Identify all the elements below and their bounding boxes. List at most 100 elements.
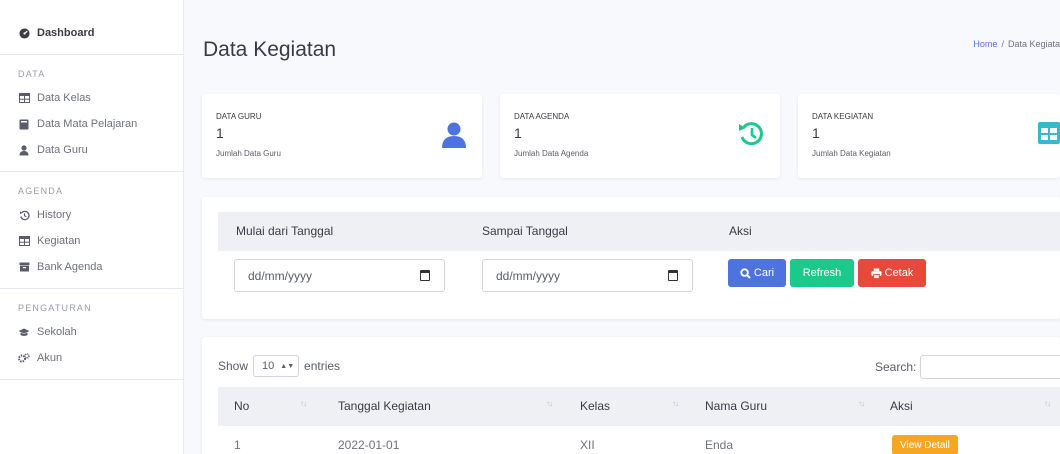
refresh-button[interactable]: Refresh (790, 259, 854, 287)
sidebar-item-sekolah[interactable]: Sekolah (0, 319, 183, 345)
breadcrumb-home-link[interactable]: Home (973, 39, 997, 49)
column-header-guru[interactable]: Nama Guru (705, 399, 767, 413)
entries-length-control: Show 10 ▲▼ entries (218, 355, 340, 377)
table-icon (18, 93, 30, 103)
search-button[interactable]: Cari (728, 259, 786, 287)
sidebar-item-label: Data Kelas (37, 92, 91, 104)
cell-no: 1 (234, 438, 241, 452)
archive-icon (18, 262, 30, 272)
page-title: Data Kegiatan (203, 38, 337, 61)
sidebar-item-label: Akun (37, 352, 63, 364)
sidebar-item-dashboard[interactable]: Dashboard (0, 20, 183, 46)
sidebar-item-label: Bank Agenda (37, 261, 103, 273)
column-header-aksi[interactable]: Aksi (890, 399, 913, 413)
sidebar-item-akun[interactable]: Akun (0, 345, 183, 371)
start-date-input[interactable]: dd/mm/yyyy (234, 259, 445, 292)
end-date-input[interactable]: dd/mm/yyyy (482, 259, 693, 292)
refresh-button-label: Refresh (802, 267, 842, 279)
search-icon (740, 267, 751, 279)
view-detail-button[interactable]: View Detail (892, 435, 958, 454)
stat-subtext: Jumlah Data Kegiatan (812, 149, 891, 158)
stat-value: 1 (514, 125, 522, 141)
book-icon (18, 119, 30, 130)
filter-header: Mulai dari Tanggal Sampai Tanggal Aksi (218, 212, 1060, 251)
entries-value: 10 (262, 360, 275, 372)
history-icon (738, 122, 764, 151)
sidebar-divider (0, 54, 183, 55)
sidebar-heading-agenda: AGENDA (18, 186, 64, 196)
cogs-icon (18, 353, 30, 363)
stat-value: 1 (216, 125, 224, 141)
stat-label: DATA KEGIATAN (812, 112, 874, 121)
sidebar-divider (0, 288, 183, 289)
sidebar-item-kegiatan[interactable]: Kegiatan (0, 228, 183, 254)
user-icon (18, 144, 30, 156)
breadcrumb-separator: / (1001, 39, 1004, 49)
user-icon (442, 122, 466, 153)
print-icon (871, 267, 882, 279)
sidebar-item-history[interactable]: History (0, 202, 183, 228)
entries-label: entries (304, 359, 341, 373)
dashboard-icon (18, 27, 30, 39)
sidebar-item-label: History (37, 209, 72, 221)
stat-card-guru: DATA GURU 1 Jumlah Data Guru (202, 94, 482, 178)
sidebar-item-label: Dashboard (37, 27, 95, 39)
sidebar-divider (0, 379, 183, 380)
sidebar: Dashboard DATA Data Kelas Data Mata Pela… (0, 0, 184, 454)
sort-icon[interactable]: ↑↓ (858, 399, 865, 408)
stat-card-agenda: DATA AGENDA 1 Jumlah Data Agenda (500, 94, 780, 178)
sidebar-item-data-kelas[interactable]: Data Kelas (0, 85, 183, 111)
main-content: Data Kegiatan Home / Data Kegiata DATA GUR… (184, 0, 1060, 454)
stat-label: DATA GURU (216, 112, 262, 121)
calendar-icon[interactable] (668, 270, 678, 281)
graduation-cap-icon (18, 328, 30, 337)
search-button-label: Cari (753, 267, 775, 279)
column-header-no[interactable]: No (234, 399, 249, 413)
column-header-kelas[interactable]: Kelas (580, 399, 610, 413)
table-icon (18, 236, 30, 246)
sort-icon[interactable]: ↑↓ (672, 399, 679, 408)
calendar-icon[interactable] (420, 270, 430, 281)
sidebar-divider (0, 171, 183, 172)
sidebar-item-data-guru[interactable]: Data Guru (0, 137, 183, 163)
sidebar-heading-pengaturan: PENGATURAN (18, 303, 92, 313)
stat-label: DATA AGENDA (514, 112, 570, 121)
column-header-tanggal[interactable]: Tanggal Kegiatan (338, 399, 431, 413)
select-arrows-icon: ▲▼ (280, 362, 295, 370)
table-search-input[interactable] (920, 355, 1060, 379)
history-icon (18, 210, 30, 221)
print-button-label: Cetak (884, 267, 914, 279)
sidebar-item-data-mata-pelajaran[interactable]: Data Mata Pelajaran (0, 111, 183, 137)
breadcrumb: Home / Data Kegiata (973, 39, 1060, 49)
table-header: No ↑↓ Tanggal Kegiatan ↑↓ Kelas ↑↓ Nama … (218, 387, 1060, 426)
entries-select[interactable]: 10 ▲▼ (253, 355, 300, 377)
table-icon (1038, 122, 1060, 149)
search-label: Search: (875, 360, 917, 374)
table-search: Search: (875, 355, 1060, 379)
date-placeholder: dd/mm/yyyy (496, 269, 561, 283)
cell-tanggal: 2022-01-01 (338, 438, 400, 452)
cell-guru: Enda (705, 438, 734, 452)
sidebar-item-label: Sekolah (37, 326, 77, 338)
stat-subtext: Jumlah Data Agenda (514, 149, 589, 158)
sidebar-item-label: Data Guru (37, 144, 88, 156)
sidebar-item-bank-agenda[interactable]: Bank Agenda (0, 254, 183, 280)
print-button[interactable]: Cetak (858, 259, 926, 287)
sort-icon[interactable]: ↑↓ (546, 399, 553, 408)
sort-icon[interactable]: ↑↓ (300, 399, 307, 408)
filter-label-end: Sampai Tanggal (482, 224, 568, 238)
filter-card: Mulai dari Tanggal Sampai Tanggal Aksi d… (202, 197, 1060, 319)
stat-value: 1 (812, 125, 820, 141)
breadcrumb-current: Data Kegiata (1007, 39, 1060, 49)
sidebar-item-label: Kegiatan (37, 235, 81, 247)
filter-label-action: Aksi (729, 224, 752, 238)
stat-card-kegiatan: DATA KEGIATAN 1 Jumlah Data Kegiatan (798, 94, 1060, 178)
table-card: Show 10 ▲▼ entries Search: No ↑↓ Tanggal … (202, 337, 1060, 454)
sort-icon[interactable]: ↑↓ (1044, 399, 1051, 408)
sidebar-heading-data: DATA (18, 69, 46, 79)
filter-label-start: Mulai dari Tanggal (236, 224, 334, 238)
date-placeholder: dd/mm/yyyy (248, 269, 313, 283)
sidebar-item-label: Data Mata Pelajaran (37, 118, 138, 130)
stat-subtext: Jumlah Data Guru (216, 149, 281, 158)
show-label: Show (218, 359, 249, 373)
